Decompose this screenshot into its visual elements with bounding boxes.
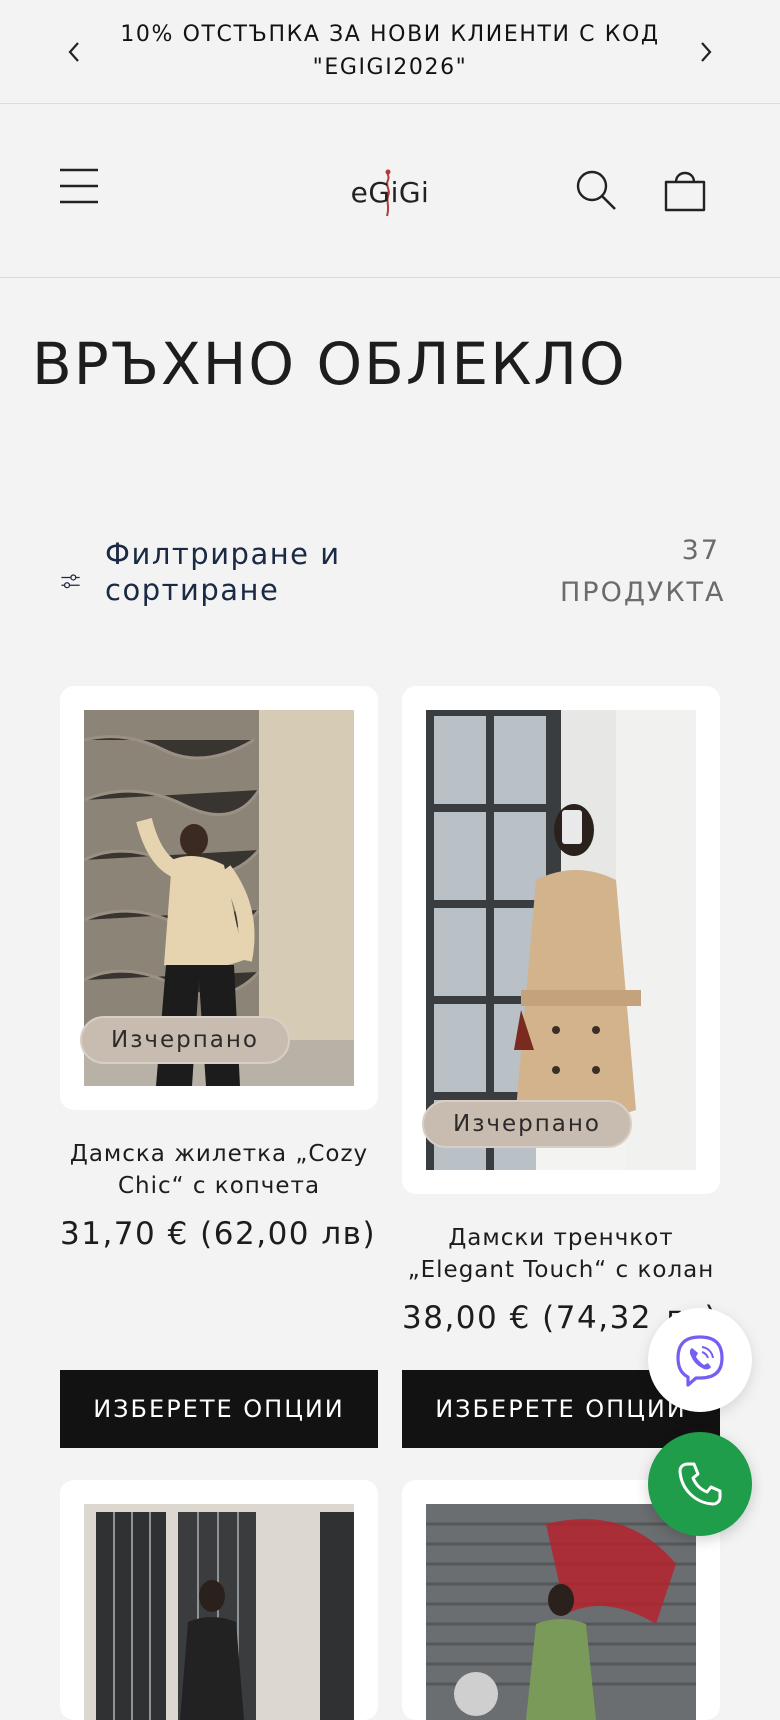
site-logo[interactable]: eGiGi [340, 164, 440, 220]
cart-icon[interactable] [662, 166, 708, 214]
product-card[interactable]: Изчерпано Дамска жилетка „Cozy Chic“ с к… [60, 686, 378, 1252]
product-media[interactable]: Изчерпано [402, 686, 720, 1194]
phone-button[interactable] [648, 1432, 752, 1536]
site-header: eGiGi [0, 104, 780, 278]
product-price: 31,70 € (62,00 лв) [60, 1216, 377, 1252]
announcement-text: 10% ОТСТЪПКА ЗА НОВИ КЛИЕНТИ С КОД "EGIG… [120, 22, 660, 80]
product-media[interactable] [60, 1480, 378, 1720]
viber-button[interactable] [648, 1308, 752, 1412]
product-title[interactable]: Дамска жилетка „Cozy Chic“ с копчета [60, 1138, 378, 1202]
product-media[interactable]: Изчерпано [60, 686, 378, 1110]
phone-icon [678, 1462, 722, 1506]
chevron-right-icon[interactable] [690, 36, 722, 68]
product-count: 37 ПРОДУКТА [560, 535, 726, 608]
sold-out-badge: Изчерпано [80, 1016, 290, 1064]
filter-icon [61, 574, 80, 589]
product-title[interactable]: Дамски тренчкот „Elegant Touch“ с колан [402, 1222, 720, 1286]
choose-options-button[interactable]: ИЗБЕРЕТЕ ОПЦИИ [60, 1370, 378, 1448]
chevron-left-icon[interactable] [58, 36, 90, 68]
filter-label: Филтриране и сортиране [105, 537, 341, 607]
page-title: ВРЪХНО ОБЛЕКЛО [32, 330, 627, 398]
menu-icon[interactable] [58, 166, 102, 206]
filter-sort-button[interactable]: Филтриране и сортиране [60, 536, 400, 616]
viber-icon [676, 1335, 724, 1387]
logo-text: eGiGi [350, 175, 430, 209]
sold-out-badge: Изчерпано [422, 1100, 632, 1148]
product-card[interactable] [60, 1480, 378, 1720]
product-card[interactable]: Изчерпано Дамски тренчкот „Elegant Touch… [402, 686, 720, 1336]
announcement-bar: 10% ОТСТЪПКА ЗА НОВИ КЛИЕНТИ С КОД "EGIG… [0, 0, 780, 104]
search-icon[interactable] [574, 168, 618, 212]
